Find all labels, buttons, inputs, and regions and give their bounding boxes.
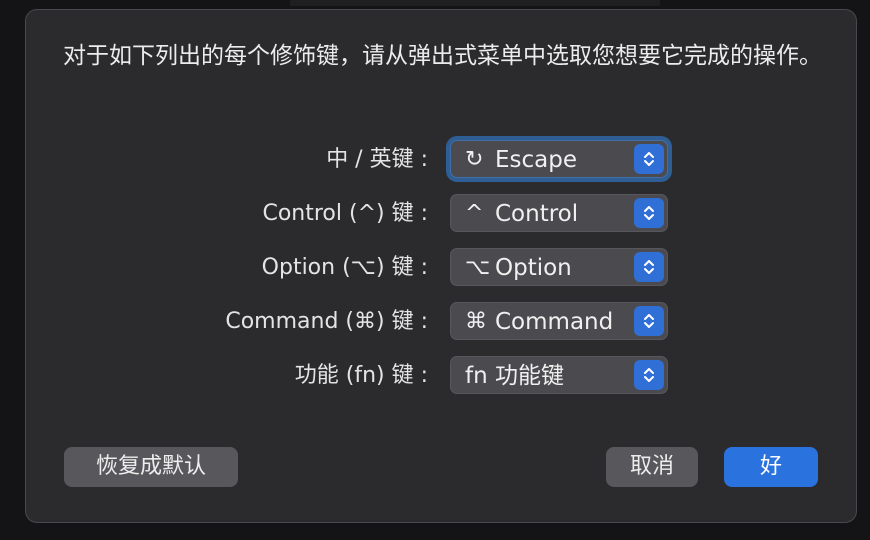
- modifier-keys-dialog: 对于如下列出的每个修饰键，请从弹出式菜单中选取您想要它完成的操作。 中 / 英键…: [25, 9, 857, 523]
- popup-value: Control: [495, 201, 579, 227]
- modifier-row-function: 功能 (fn) 键 : fn 功能键: [26, 356, 858, 396]
- row-label: Command (⌘) 键 :: [225, 309, 428, 334]
- instructions-text: 对于如下列出的每个修饰键，请从弹出式菜单中选取您想要它完成的操作。: [63, 43, 822, 69]
- cancel-button[interactable]: 取消: [606, 447, 698, 487]
- row-label: 中 / 英键 :: [326, 147, 428, 172]
- up-down-chevron-icon[interactable]: [634, 252, 664, 282]
- escape-glyph-icon: ↻: [465, 147, 484, 172]
- restore-defaults-button[interactable]: 恢复成默认: [64, 447, 238, 487]
- up-down-chevron-icon[interactable]: [634, 144, 664, 174]
- command-key-popup[interactable]: ⌘ Command: [450, 302, 668, 340]
- window-edge: [290, 0, 660, 6]
- up-down-chevron-icon[interactable]: [634, 360, 664, 390]
- popup-value: Option: [495, 255, 572, 281]
- row-label: Option (⌥) 键 :: [261, 255, 428, 280]
- row-label: Control (^) 键 :: [262, 201, 428, 226]
- row-label: 功能 (fn) 键 :: [294, 363, 428, 388]
- up-down-chevron-icon[interactable]: [634, 198, 664, 228]
- function-key-popup[interactable]: fn 功能键: [450, 356, 668, 394]
- control-key-popup[interactable]: ^ Control: [450, 194, 668, 232]
- command-glyph-icon: ⌘: [465, 309, 487, 334]
- popup-value: Escape: [495, 147, 578, 173]
- control-glyph-icon: ^: [465, 201, 484, 226]
- modifier-row-control: Control (^) 键 : ^ Control: [26, 194, 858, 234]
- popup-value: fn 功能键: [465, 363, 564, 389]
- modifier-row-input-source: 中 / 英键 : ↻ Escape: [26, 140, 858, 180]
- popup-value: Command: [495, 309, 614, 335]
- option-glyph-icon: ⌥: [465, 255, 491, 280]
- modifier-row-option: Option (⌥) 键 : ⌥ Option: [26, 248, 858, 288]
- up-down-chevron-icon[interactable]: [634, 306, 664, 336]
- modifier-row-command: Command (⌘) 键 : ⌘ Command: [26, 302, 858, 342]
- option-key-popup[interactable]: ⌥ Option: [450, 248, 668, 286]
- ok-button[interactable]: 好: [724, 447, 818, 487]
- input-source-key-popup[interactable]: ↻ Escape: [450, 140, 668, 178]
